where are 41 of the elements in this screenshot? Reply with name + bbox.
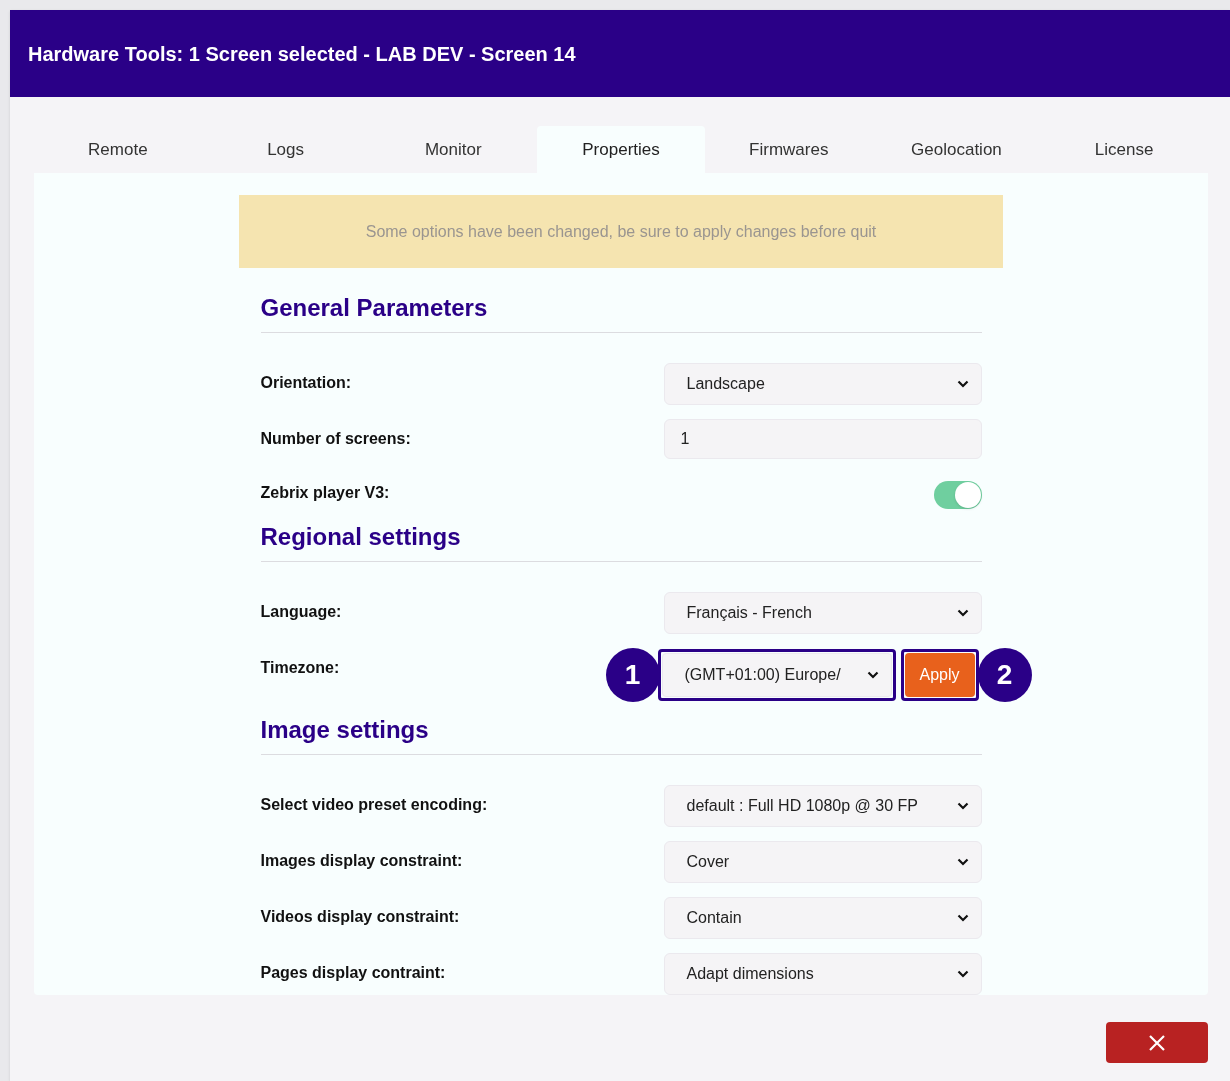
field-label: Language: bbox=[260, 602, 342, 622]
window-title: Hardware Tools: 1 Screen selected - LAB DEV - Screen 14 bbox=[28, 41, 576, 67]
chevron-down-icon bbox=[956, 970, 969, 978]
dropdown[interactable]: (GMT+01:00) Europe/ bbox=[661, 653, 892, 697]
field-label: Pages display contraint: bbox=[260, 963, 446, 983]
tab[interactable]: License bbox=[1040, 126, 1209, 173]
chevron-down-icon bbox=[956, 609, 969, 617]
field-label: Orientation: bbox=[260, 373, 352, 393]
field-label: Images display constraint: bbox=[260, 851, 463, 871]
tab[interactable]: Monitor bbox=[369, 126, 538, 173]
chevron-down-icon bbox=[866, 671, 879, 679]
field-label: Timezone: bbox=[260, 658, 340, 678]
dropdown[interactable]: default : Full HD 1080p @ 30 FP bbox=[663, 785, 982, 827]
dropdown[interactable]: Cover bbox=[663, 841, 982, 883]
step-number-badge: 1 bbox=[605, 648, 660, 702]
dropdown[interactable]: Français - French bbox=[663, 592, 982, 634]
section-heading: Regional settings bbox=[260, 522, 462, 552]
chevron-down-icon bbox=[956, 914, 969, 922]
dropdown[interactable]: Adapt dimensions bbox=[663, 953, 982, 995]
close-icon bbox=[1148, 1033, 1166, 1052]
dropdown[interactable]: Contain bbox=[663, 897, 982, 939]
input-field[interactable]: 1 bbox=[663, 419, 982, 459]
tab[interactable]: Logs bbox=[201, 126, 370, 173]
field-label: Number of screens: bbox=[260, 429, 411, 449]
dropdown[interactable]: Landscape bbox=[663, 363, 982, 405]
field-label: Videos display constraint: bbox=[260, 907, 460, 927]
field-label: Select video preset encoding: bbox=[260, 795, 488, 815]
section-heading: Image settings bbox=[260, 715, 430, 745]
field-label: Zebrix player V3: bbox=[260, 483, 390, 503]
warning-text: Some options have been changed, be sure to apply changes before quit bbox=[365, 221, 877, 242]
toggle-switch[interactable] bbox=[933, 481, 982, 509]
section-heading: General Parameters bbox=[260, 293, 489, 323]
chevron-down-icon bbox=[956, 380, 969, 388]
tab[interactable]: Geolocation bbox=[872, 126, 1041, 173]
close-button[interactable] bbox=[1106, 1022, 1208, 1063]
tab[interactable]: Properties bbox=[537, 126, 705, 173]
chevron-down-icon bbox=[956, 858, 969, 866]
tab[interactable]: Firmwares bbox=[704, 126, 873, 173]
chevron-down-icon bbox=[956, 802, 969, 810]
tab[interactable]: Remote bbox=[34, 126, 202, 173]
step-number-badge: 2 bbox=[977, 648, 1032, 702]
